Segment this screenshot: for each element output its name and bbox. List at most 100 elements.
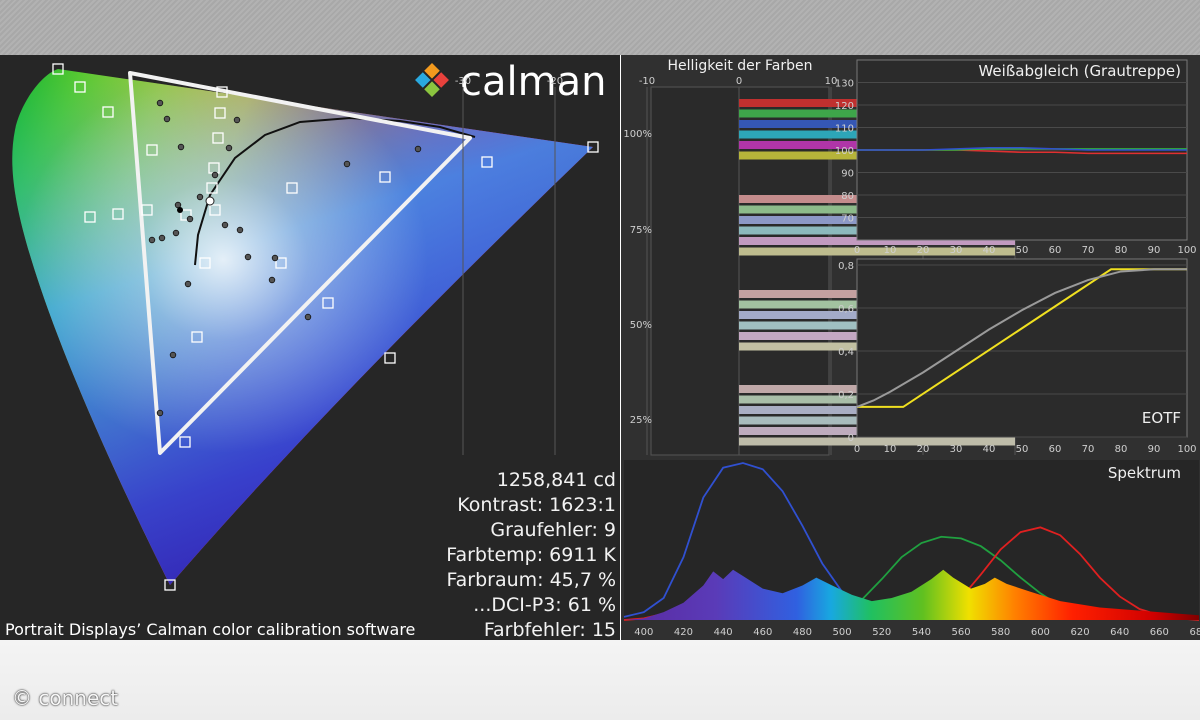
helligkeit-y-label: 75% — [630, 225, 652, 236]
measured-point — [221, 221, 229, 229]
spektrum-x-tick: 400 — [634, 627, 653, 638]
watermark: © connect — [12, 686, 119, 710]
eotf-x-tick: 90 — [1148, 444, 1161, 455]
spektrum-x-tick: 480 — [793, 627, 812, 638]
eotf-x-tick: 100 — [1177, 444, 1196, 455]
stat-color-temp: Farbtemp: 6911 K — [446, 544, 616, 566]
white-point — [205, 196, 215, 206]
measured-point — [268, 276, 276, 284]
eotf-y-tick: 0,6 — [838, 304, 854, 315]
measured-point — [177, 143, 185, 151]
wb-x-tick: 90 — [1148, 245, 1161, 256]
spektrum-x-tick: 440 — [714, 627, 733, 638]
helligkeit-x-tick: 0 — [736, 76, 742, 87]
eotf-x-tick: 0 — [854, 444, 860, 455]
eotf-x-tick: 40 — [983, 444, 996, 455]
measured-point — [343, 160, 351, 168]
eotf-x-tick: 80 — [1115, 444, 1128, 455]
wb-x-tick: 80 — [1115, 245, 1128, 256]
stat-dci-p3: ...DCI-P3: 61 % — [473, 594, 616, 616]
wb-x-tick: 0 — [854, 245, 860, 256]
spektrum-x-tick: 460 — [753, 627, 772, 638]
spektrum-x-tick: 660 — [1150, 627, 1169, 638]
measured-point — [211, 171, 219, 179]
eotf-y-tick: 0 — [848, 433, 854, 444]
eotf-x-tick: 50 — [1016, 444, 1029, 455]
stat-luminance: 1258,841 cd — [497, 469, 616, 491]
wb-x-tick: 10 — [884, 245, 897, 256]
measured-point — [156, 409, 164, 417]
measured-point — [186, 215, 194, 223]
measured-point — [271, 254, 279, 262]
calman-logo-text: calman — [460, 59, 606, 105]
eotf-y-tick: 0,4 — [838, 347, 854, 358]
measured-point — [172, 229, 180, 237]
wb-x-tick: 40 — [983, 245, 996, 256]
eotf-title: EOTF — [1142, 409, 1181, 427]
spektrum-x-tick: 680 — [1189, 627, 1200, 638]
helligkeit-x-tick: -20 — [547, 76, 563, 87]
measured-point — [233, 116, 241, 124]
spektrum-x-tick: 520 — [872, 627, 891, 638]
weissabgleich-chart: Weißabgleich (Grautreppe) 70809010011012… — [835, 59, 1197, 256]
wb-x-tick: 50 — [1016, 245, 1029, 256]
wb-y-tick: 120 — [835, 101, 854, 112]
wb-y-tick: 110 — [835, 124, 854, 135]
helligkeit-bar — [739, 247, 1015, 256]
spektrum-x-tick: 640 — [1110, 627, 1129, 638]
wb-y-tick: 80 — [841, 191, 854, 202]
wb-y-tick: 70 — [841, 214, 854, 225]
spektrum-x-tick: 500 — [833, 627, 852, 638]
bottom-banner — [0, 640, 1200, 720]
measured-point — [163, 115, 171, 123]
eotf-x-tick: 60 — [1049, 444, 1062, 455]
wb-x-tick: 60 — [1049, 245, 1062, 256]
eotf-x-tick: 70 — [1082, 444, 1095, 455]
weissabgleich-title: Weißabgleich (Grautreppe) — [978, 62, 1181, 80]
measured-point — [244, 253, 252, 261]
wb-x-tick: 30 — [950, 245, 963, 256]
eotf-x-tick: 10 — [884, 444, 897, 455]
helligkeit-bar — [739, 437, 1015, 446]
spektrum-x-tick: 560 — [952, 627, 971, 638]
eotf-y-tick: 0,2 — [838, 390, 854, 401]
measured-point — [177, 207, 183, 213]
eotf-y-tick: 0,8 — [838, 261, 854, 272]
measured-point — [196, 193, 204, 201]
measured-point — [184, 280, 192, 288]
caption: Portrait Displays’ Calman color calibrat… — [5, 620, 415, 639]
spektrum-x-tick: 580 — [991, 627, 1010, 638]
measured-point — [158, 234, 166, 242]
measured-point — [236, 226, 244, 234]
measured-point — [225, 144, 233, 152]
wb-x-tick: 100 — [1177, 245, 1196, 256]
eotf-chart: EOTF 0 0,2 0,4 0,6 0,8 0 10 20 30 40 50 60 70 80 90 100 — [838, 258, 1197, 455]
stat-contrast: Kontrast: 1623:1 — [457, 494, 616, 516]
helligkeit-y-label: 100% — [623, 129, 652, 140]
spektrum-x-tick: 420 — [674, 627, 693, 638]
spektrum-x-tick: 620 — [1070, 627, 1089, 638]
helligkeit-title: Helligkeit der Farben — [668, 58, 813, 74]
spektrum-x-tick: 600 — [1031, 627, 1050, 638]
helligkeit-x-tick: -30 — [455, 76, 471, 87]
measured-point — [304, 313, 312, 321]
stat-color-error: Farbfehler: 15 — [484, 619, 616, 640]
spektrum-chart: Spektrum 400 420 440 460 480 500 520 540 560 580 6… — [623, 460, 1200, 638]
wb-y-tick: 90 — [841, 169, 854, 180]
eotf-x-tick: 20 — [917, 444, 930, 455]
stat-gamut: Farbraum: 45,7 % — [446, 569, 616, 591]
helligkeit-x-tick: -10 — [639, 76, 655, 87]
wb-x-tick: 70 — [1082, 245, 1095, 256]
measured-point — [414, 145, 422, 153]
top-banner — [0, 0, 1200, 55]
helligkeit-y-label: 50% — [630, 320, 652, 331]
measured-point — [156, 99, 164, 107]
spektrum-x-tick: 540 — [912, 627, 931, 638]
calman-screen: calman 1258,841 cd Kontrast: 1623:1 Grau… — [0, 55, 1200, 640]
eotf-x-tick: 30 — [950, 444, 963, 455]
wb-y-tick: 130 — [835, 79, 854, 90]
measured-point — [169, 351, 177, 359]
measured-point — [174, 201, 182, 209]
measured-point — [148, 236, 156, 244]
spektrum-title: Spektrum — [1108, 464, 1181, 482]
